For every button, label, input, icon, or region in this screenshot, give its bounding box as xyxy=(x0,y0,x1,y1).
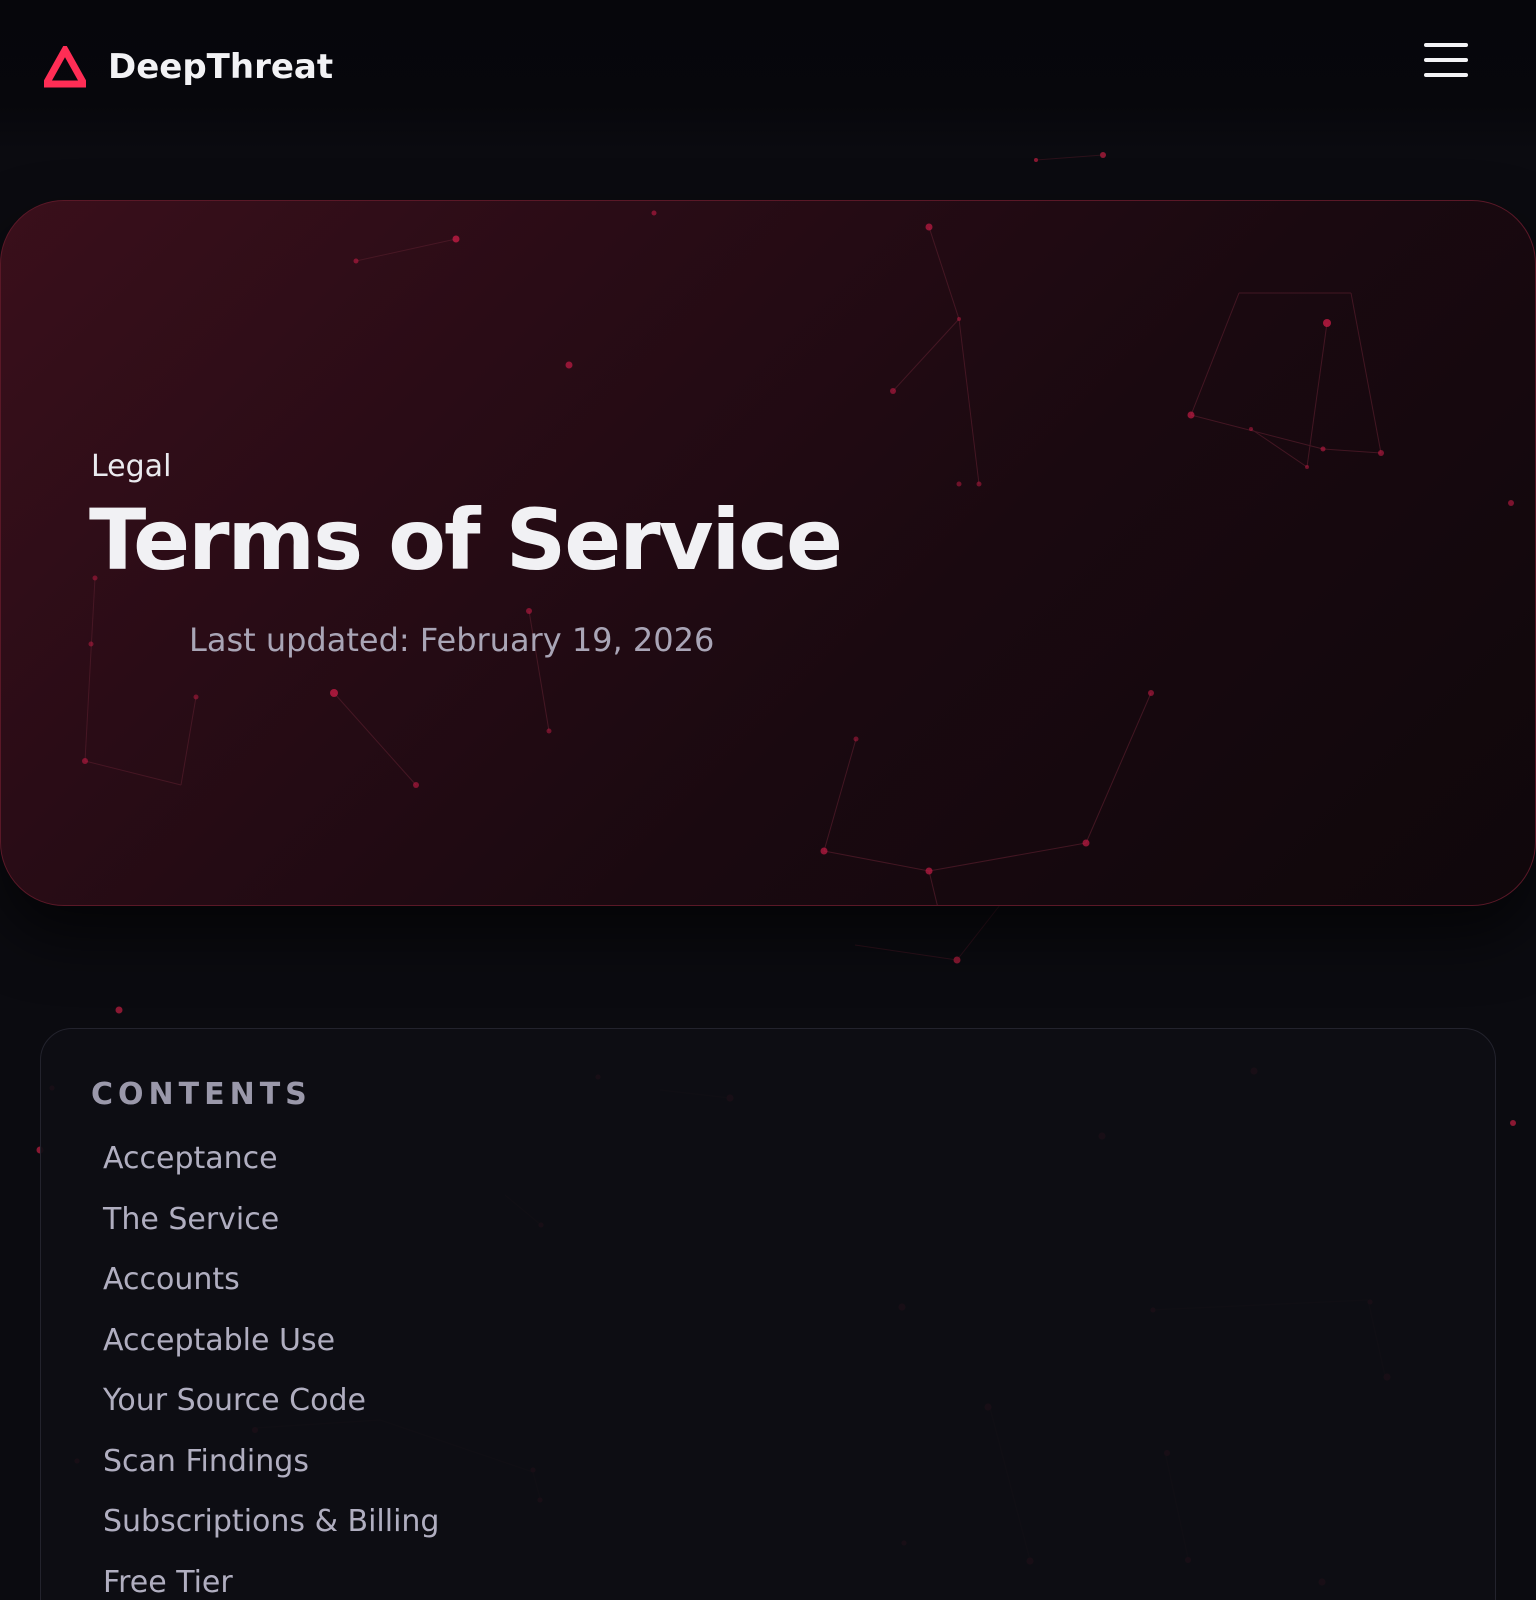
page-title: Terms of Service xyxy=(89,491,843,589)
hero-eyebrow-label: Legal xyxy=(91,449,172,484)
hero-banner: Legal Terms of Service Last updated: Feb… xyxy=(0,200,1536,906)
hamburger-menu-icon-bottom xyxy=(1424,73,1468,77)
hamburger-menu-button[interactable] xyxy=(1418,36,1472,84)
toc-link-your-source-code[interactable]: Your Source Code xyxy=(103,1371,439,1432)
toc-link-the-service[interactable]: The Service xyxy=(103,1190,439,1251)
table-of-contents: CONTENTS Acceptance The Service Accounts… xyxy=(40,1028,1496,1600)
brand-link[interactable]: DeepThreat xyxy=(44,46,333,88)
toc-link-free-tier[interactable]: Free Tier xyxy=(103,1553,439,1600)
toc-list: Acceptance The Service Accounts Acceptab… xyxy=(103,1129,439,1600)
triangle-warning-logo-icon xyxy=(44,46,86,88)
toc-link-acceptance[interactable]: Acceptance xyxy=(103,1129,439,1190)
hamburger-menu-icon xyxy=(1424,43,1468,47)
toc-link-scan-findings[interactable]: Scan Findings xyxy=(103,1432,439,1493)
toc-link-accounts[interactable]: Accounts xyxy=(103,1250,439,1311)
top-navigation-bar: DeepThreat xyxy=(0,0,1536,150)
toc-link-subscriptions-billing[interactable]: Subscriptions & Billing xyxy=(103,1492,439,1553)
contents-heading: CONTENTS xyxy=(91,1077,312,1112)
page: DeepThreat Legal Terms of Service Last u… xyxy=(0,0,1536,1600)
last-updated-date: Last updated: February 19, 2026 xyxy=(189,621,715,659)
hamburger-menu-icon-middle xyxy=(1424,58,1468,62)
toc-link-acceptable-use[interactable]: Acceptable Use xyxy=(103,1311,439,1372)
brand-name: DeepThreat xyxy=(108,47,334,87)
